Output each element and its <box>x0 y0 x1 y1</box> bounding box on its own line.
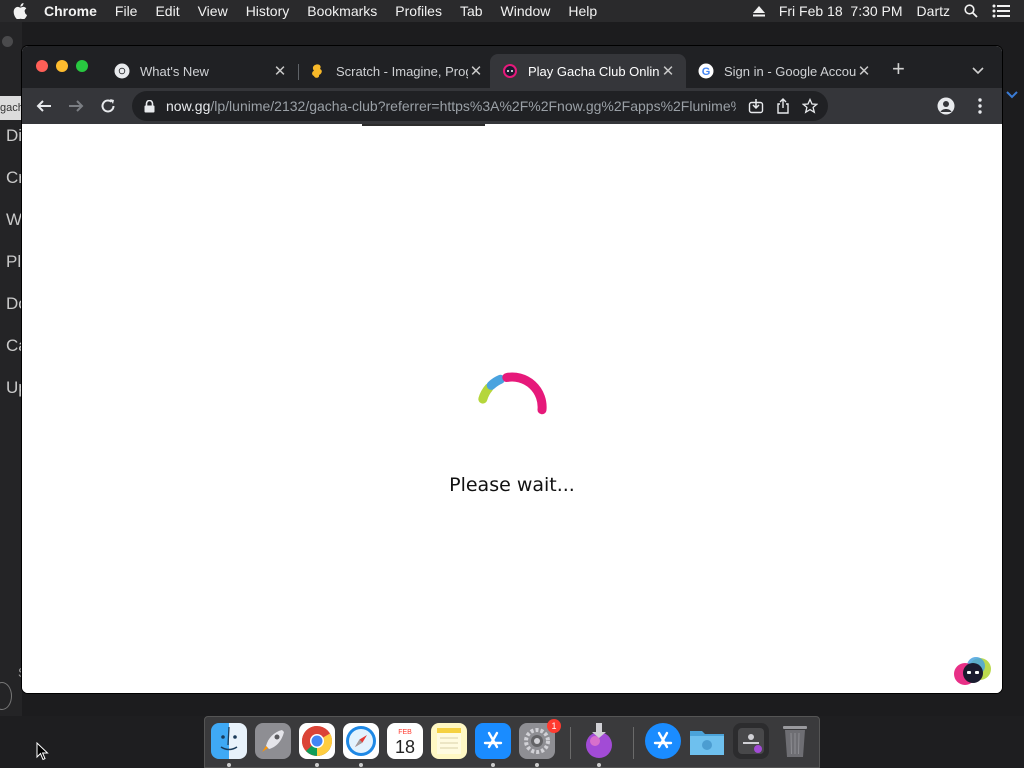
calendar-icon[interactable]: FEB 18 <box>387 723 423 759</box>
close-tab-icon[interactable]: ✕ <box>660 62 676 80</box>
app-menu[interactable]: Chrome <box>40 0 106 22</box>
tab-search-chevron-icon[interactable] <box>972 62 984 80</box>
url-host: now.gg <box>166 98 211 114</box>
menu-window[interactable]: Window <box>492 0 560 22</box>
downloads-app-icon[interactable] <box>581 723 617 759</box>
menubar-user[interactable]: Dartz <box>917 3 950 19</box>
background-sidebar-item: Ca <box>6 336 22 355</box>
back-button[interactable] <box>34 96 54 116</box>
dock-separator <box>570 727 571 759</box>
control-center-icon[interactable] <box>992 4 1010 18</box>
running-indicator <box>597 763 601 767</box>
chrome-menu-icon[interactable] <box>970 96 990 116</box>
safari-icon[interactable] <box>343 723 379 759</box>
google-icon: G <box>698 63 714 79</box>
running-indicator <box>535 763 539 767</box>
page-viewport: Please wait... <box>22 124 1002 693</box>
apple-menu-icon[interactable] <box>0 3 40 19</box>
background-sidebar-item: Do <box>6 294 22 313</box>
close-tab-icon[interactable]: ✕ <box>272 62 288 80</box>
spotlight-search-icon[interactable] <box>964 4 978 18</box>
share-icon[interactable] <box>776 98 790 114</box>
background-sidebar-item: Up <box>6 378 22 397</box>
forward-button[interactable] <box>66 96 86 116</box>
tab-google-sign-in[interactable]: G Sign in - Google Accounts ✕ <box>686 54 882 88</box>
zoom-window-button[interactable] <box>76 60 88 72</box>
app-store-icon[interactable] <box>475 723 511 759</box>
system-preferences-icon[interactable]: 1 <box>519 719 561 759</box>
url-text[interactable]: now.gg/lp/lunime/2132/gacha-club?referre… <box>166 98 736 114</box>
chat-assistant-icon[interactable] <box>952 655 996 689</box>
menu-view[interactable]: View <box>189 0 237 22</box>
mouse-cursor-icon <box>36 742 49 761</box>
dock-separator <box>633 727 634 759</box>
tab-gacha-club[interactable]: Play Gacha Club Online ✕ <box>490 54 686 88</box>
scratch-icon <box>310 63 326 79</box>
background-sidebar-item: W <box>6 210 22 229</box>
background-sidebar: gach Di Cr W Pl Do Ca Up S <box>0 22 22 716</box>
running-indicator <box>491 763 495 767</box>
close-tab-icon[interactable]: ✕ <box>468 62 484 80</box>
svg-text:G: G <box>702 66 711 78</box>
lock-icon[interactable] <box>144 99 156 113</box>
reload-button[interactable] <box>98 96 118 116</box>
eject-icon[interactable] <box>752 5 765 17</box>
menu-tab[interactable]: Tab <box>451 0 492 22</box>
dock: FEB 18 1 <box>204 716 820 768</box>
menu-file[interactable]: File <box>106 0 147 22</box>
running-indicator <box>315 763 319 767</box>
tab-title: Play Gacha Club Online <box>528 63 660 79</box>
menu-bar: Chrome File Edit View History Bookmarks … <box>0 0 1024 22</box>
google-chrome-icon[interactable] <box>299 723 335 759</box>
menu-bookmarks[interactable]: Bookmarks <box>298 0 386 22</box>
browser-toolbar: now.gg/lp/lunime/2132/gacha-club?referre… <box>22 88 1002 124</box>
applications-folder-icon[interactable] <box>645 723 681 759</box>
chrome-window: What's New ✕ Scratch - Imagine, Program,… <box>22 46 1002 693</box>
tab-scratch[interactable]: Scratch - Imagine, Program, Share ✕ <box>298 54 494 88</box>
menu-help[interactable]: Help <box>559 0 606 22</box>
calendar-day: 18 <box>394 736 416 757</box>
folder-icon[interactable] <box>689 723 725 759</box>
notification-badge: 1 <box>547 719 561 733</box>
profile-avatar-icon[interactable] <box>936 96 956 116</box>
background-sidebar-item: Cr <box>6 168 22 187</box>
running-indicator <box>359 763 363 767</box>
background-circle-icon <box>0 682 12 710</box>
notes-icon[interactable] <box>431 723 467 759</box>
tab-whats-new[interactable]: What's New ✕ <box>102 54 298 88</box>
running-indicator <box>227 763 231 767</box>
page-loading-bar <box>362 124 485 126</box>
chevron-down-icon <box>1006 88 1018 102</box>
close-window-button[interactable] <box>36 60 48 72</box>
menu-profiles[interactable]: Profiles <box>386 0 451 22</box>
url-path: /lp/lunime/2132/gacha-club?referrer=http… <box>210 98 736 114</box>
tab-title: Sign in - Google Accounts <box>724 63 856 79</box>
new-tab-button[interactable]: + <box>892 58 905 80</box>
menu-edit[interactable]: Edit <box>146 0 188 22</box>
tab-title: What's New <box>140 63 209 79</box>
finder-icon[interactable] <box>211 723 247 759</box>
launchpad-icon[interactable] <box>255 723 291 759</box>
background-window-button <box>2 36 13 47</box>
install-app-icon[interactable] <box>748 98 764 114</box>
trash-icon[interactable] <box>777 723 813 759</box>
background-sidebar-item: Di <box>6 126 22 145</box>
calendar-month: FEB <box>398 728 412 736</box>
loading-spinner-icon <box>478 372 547 415</box>
tab-strip: What's New ✕ Scratch - Imagine, Program,… <box>22 46 1002 88</box>
background-tab-fragment: gach <box>0 96 22 120</box>
background-sidebar-item: Pl <box>6 252 22 271</box>
close-tab-icon[interactable]: ✕ <box>856 62 872 80</box>
tab-title: Scratch - Imagine, Program, Share <box>336 63 468 79</box>
address-bar[interactable]: now.gg/lp/lunime/2132/gacha-club?referre… <box>132 91 828 121</box>
utilities-stack-icon[interactable] <box>733 723 769 759</box>
please-wait-text: Please wait... <box>449 474 575 496</box>
menubar-clock[interactable]: Fri Feb 18 7:30 PM <box>779 3 903 19</box>
chrome-icon <box>114 63 130 79</box>
minimize-window-button[interactable] <box>56 60 68 72</box>
nowgg-icon <box>502 63 518 79</box>
bookmark-star-icon[interactable] <box>802 98 818 114</box>
menu-history[interactable]: History <box>237 0 299 22</box>
